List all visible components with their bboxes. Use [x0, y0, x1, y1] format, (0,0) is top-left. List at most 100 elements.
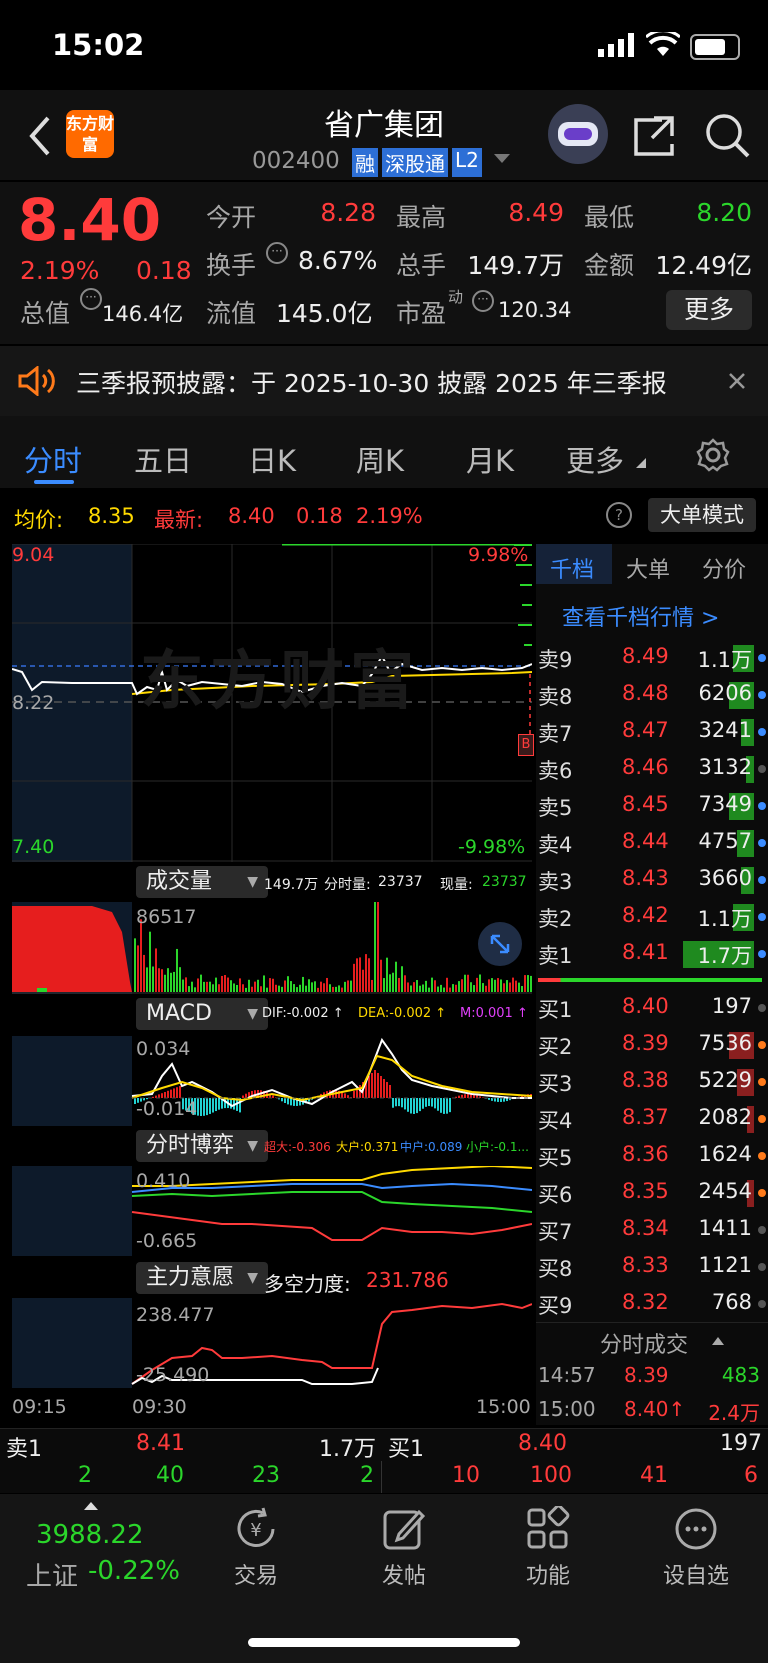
bid-level-row[interactable]: 买8 8.33 1121 — [536, 1249, 768, 1286]
mktcap-label: 总值 — [20, 299, 71, 328]
ask-level-row[interactable]: 卖8 8.48 6206 — [536, 677, 768, 714]
level-price: 8.32 — [622, 1290, 669, 1314]
capital-flow-dropdown[interactable]: 分时博弈 ▼ — [136, 1130, 268, 1162]
more-dots-icon[interactable]: ··· — [80, 288, 102, 310]
volume-bar — [194, 987, 196, 992]
macd-histogram-bar — [449, 1098, 451, 1113]
level-label: 买6 — [538, 1183, 573, 1207]
ask-level-row[interactable]: 卖4 8.44 4757 — [536, 825, 768, 862]
close-icon[interactable] — [728, 372, 746, 390]
search-icon[interactable] — [704, 112, 750, 158]
volume-bar — [239, 978, 241, 992]
view-depth-link[interactable]: 查看千档行情 > — [562, 600, 719, 632]
volume-bar — [530, 975, 532, 992]
index-change[interactable]: -0.22% — [88, 1556, 180, 1586]
macd-histogram-bar — [431, 1098, 433, 1107]
change-percent: 2.19% — [20, 256, 100, 285]
dropdown-caret-icon[interactable] — [494, 154, 510, 164]
level-volume: 197 — [711, 994, 752, 1018]
nav-trade[interactable]: ¥ 交易 — [186, 1494, 326, 1590]
volume-bar — [170, 972, 172, 992]
volume-bar — [242, 984, 244, 992]
ask-level-row[interactable]: 卖3 8.43 3660 — [536, 862, 768, 899]
ask-level-row[interactable]: 卖6 8.46 3132 — [536, 751, 768, 788]
macd-histogram-bar — [464, 1094, 466, 1098]
tab-daily-k[interactable]: 日K — [248, 438, 296, 480]
volume-bar — [227, 977, 229, 992]
bid-level-row[interactable]: 买3 8.38 5229 — [536, 1064, 768, 1101]
main-force-dropdown[interactable]: 主力意愿 ▼ — [136, 1262, 268, 1294]
volume-axis-max: 86517 — [136, 906, 197, 928]
tab-price-distribution[interactable]: 分价 — [702, 552, 746, 584]
level-label: 买3 — [538, 1072, 573, 1096]
gear-icon[interactable] — [696, 438, 730, 472]
more-circle-icon — [675, 1508, 717, 1550]
buy-marker-badge[interactable]: B — [518, 734, 534, 756]
bid-level-row[interactable]: 买4 8.37 2082 — [536, 1101, 768, 1138]
volume-bar — [230, 980, 232, 992]
time-label-close: 15:00 — [476, 1396, 531, 1418]
more-button[interactable]: 更多 — [666, 290, 752, 330]
volume-bar — [221, 975, 223, 992]
ask-level-row[interactable]: 卖2 8.42 1.1万 — [536, 899, 768, 936]
big-order-mode-button[interactable]: 大单模式 — [648, 498, 756, 532]
volume-bar — [287, 976, 289, 992]
more-dots-icon[interactable]: ··· — [472, 290, 494, 312]
ticks-title[interactable]: 分时成交 — [600, 1327, 688, 1359]
bid-level-row[interactable]: 买1 8.40 197 — [536, 990, 768, 1027]
tab-big-orders[interactable]: 大单 — [626, 552, 670, 584]
index-value[interactable]: 3988.22 — [36, 1520, 144, 1550]
tab-more[interactable]: 更多 — [566, 438, 624, 480]
volume-bar — [323, 983, 325, 992]
tab-five-day[interactable]: 五日 — [134, 438, 192, 480]
level-label: 卖8 — [538, 685, 573, 709]
robot-assistant-icon[interactable] — [548, 104, 608, 164]
tab-monthly-k[interactable]: 月K — [466, 438, 514, 480]
volume-bar — [512, 977, 514, 992]
ask-level-row[interactable]: 卖5 8.45 7349 — [536, 788, 768, 825]
volume-bar — [404, 975, 406, 992]
bid-level-row[interactable]: 买2 8.39 7536 — [536, 1027, 768, 1064]
volume-bar — [314, 981, 316, 992]
volume-bar — [290, 981, 292, 992]
pe-superscript: 动 — [448, 288, 464, 306]
macd-m: M:0.001 ↑ — [460, 1006, 528, 1021]
latest-label: 最新: — [154, 508, 204, 532]
macd-indicator-dropdown[interactable]: MACD ▼ — [136, 998, 268, 1030]
notice-bar[interactable]: 三季报预披露：于 2025-10-30 披露 2025 年三季报 — [0, 346, 768, 416]
nav-functions[interactable]: 功能 — [478, 1494, 618, 1590]
volume-indicator-dropdown[interactable]: 成交量 ▼ — [136, 866, 268, 898]
intraday-price-chart[interactable]: 东方财富 9.04 8.22 7.40 9.98% -9.98% B — [12, 544, 534, 862]
volume-bar — [380, 959, 382, 992]
ask-level-row[interactable]: 卖1 8.41 1.7万 — [536, 936, 768, 973]
volume-bar — [407, 982, 409, 992]
time-label-start: 09:15 — [12, 1396, 67, 1418]
bid-level-row[interactable]: 买6 8.35 2454 — [536, 1175, 768, 1212]
ask-level-row[interactable]: 卖9 8.49 1.1万 — [536, 640, 768, 677]
ask-level-row[interactable]: 卖7 8.47 3241 — [536, 714, 768, 751]
level-label: 卖6 — [538, 759, 573, 783]
tab-order-depth[interactable]: 千档 — [550, 552, 594, 584]
index-name[interactable]: 上证 — [26, 1556, 78, 1593]
change-amount: 0.18 — [136, 256, 192, 285]
float-cap-value: 145.0亿 — [276, 299, 373, 328]
more-dots-icon[interactable]: ··· — [266, 242, 288, 264]
help-icon[interactable]: ? — [606, 502, 632, 528]
share-icon[interactable] — [632, 114, 676, 158]
amount-value: 12.49亿 — [655, 251, 752, 280]
bid-level-row[interactable]: 买5 8.36 1624 — [536, 1138, 768, 1175]
capital-flow-chart — [12, 1166, 532, 1256]
nav-post[interactable]: 发帖 — [334, 1494, 474, 1590]
tab-intraday[interactable]: 分时 — [24, 438, 82, 480]
expand-icon[interactable] — [478, 922, 522, 966]
macd-histogram-bar — [458, 1095, 460, 1098]
trade-yen-icon: ¥ — [237, 1507, 275, 1547]
tick-volume: 483 — [721, 1363, 760, 1387]
nav-watchlist[interactable]: 设自选 — [626, 1494, 766, 1590]
tab-weekly-k[interactable]: 周K — [356, 438, 404, 480]
volume-bar — [146, 967, 148, 992]
level-status-dot — [758, 654, 766, 662]
bid-level-row[interactable]: 买9 8.32 768 — [536, 1286, 768, 1323]
signal-icon — [598, 33, 634, 57]
bid-level-row[interactable]: 买7 8.34 1411 — [536, 1212, 768, 1249]
